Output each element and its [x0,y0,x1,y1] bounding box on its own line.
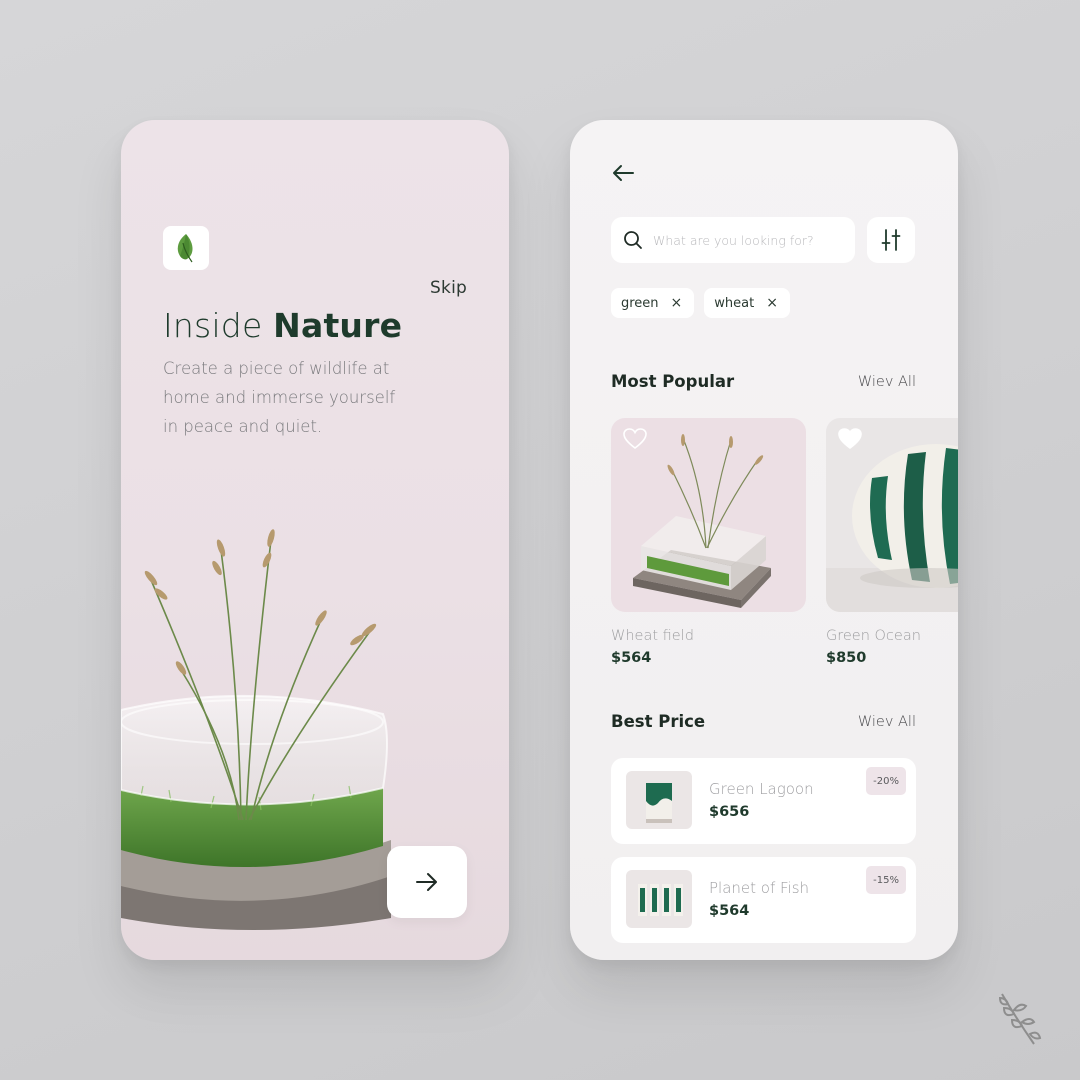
product-card[interactable]: Wheat field $564 [611,418,806,666]
hero-title-bold: Nature [273,306,403,345]
hero-title: Inside Nature [163,306,402,345]
product-thumbnail [626,771,692,829]
view-all-link[interactable]: Wiev All [858,374,916,390]
product-price: $656 [709,804,750,820]
arrow-right-icon [416,873,437,891]
filter-chips: green × wheat × [611,288,790,318]
heart-icon[interactable] [838,428,862,450]
discount-badge: -15% [866,866,906,894]
leaf-icon [177,234,193,263]
list-item[interactable]: Green Lagoon $656 -20% [611,758,916,844]
close-icon[interactable]: × [766,295,778,311]
hero-description: Create a piece of wildlife at home and i… [163,359,396,436]
section-title: Most Popular [611,372,735,391]
product-price: $564 [611,650,652,666]
product-name: Green Lagoon [709,780,814,798]
back-button[interactable] [610,160,636,186]
product-image [611,418,806,612]
chip-label: wheat [714,295,755,311]
catalog-screen: green × wheat × Most Popular Wiev All [570,120,958,960]
heart-icon[interactable] [623,428,647,450]
filter-button[interactable] [867,217,915,263]
product-name: Green Ocean [826,628,921,644]
sliders-icon [881,229,901,251]
close-icon[interactable]: × [671,295,683,311]
onboarding-screen: Skip Inside Nature Create a piece of wil… [121,120,509,960]
search-bar [611,217,855,263]
arrow-left-icon [613,165,634,181]
product-name: Wheat field [611,628,694,644]
list-item[interactable]: Planet of Fish $564 -15% [611,857,916,943]
product-card[interactable]: Green Ocean $850 [826,418,958,666]
search-icon [624,231,642,249]
product-thumbnail [626,870,692,928]
app-logo [163,226,209,270]
chip-label: green [621,295,659,311]
skip-button[interactable]: Skip [430,278,467,298]
discount-badge: -20% [866,767,906,795]
product-price: $564 [709,903,750,919]
sprig-icon [998,993,1042,1045]
hero-title-light: Inside [163,306,274,345]
search-input[interactable] [653,232,843,248]
planet-of-fish-illustration [638,884,683,916]
section-title: Best Price [611,712,706,731]
next-button[interactable] [387,846,467,918]
chip-wheat[interactable]: wheat × [704,288,790,318]
product-image [826,418,958,612]
best-price-header: Best Price Wiev All [611,712,916,731]
most-popular-header: Most Popular Wiev All [611,372,916,391]
chip-green[interactable]: green × [611,288,695,318]
green-lagoon-illustration [646,783,672,823]
product-price: $850 [826,650,867,666]
product-name: Planet of Fish [709,879,810,897]
view-all-link[interactable]: Wiev All [858,714,916,730]
